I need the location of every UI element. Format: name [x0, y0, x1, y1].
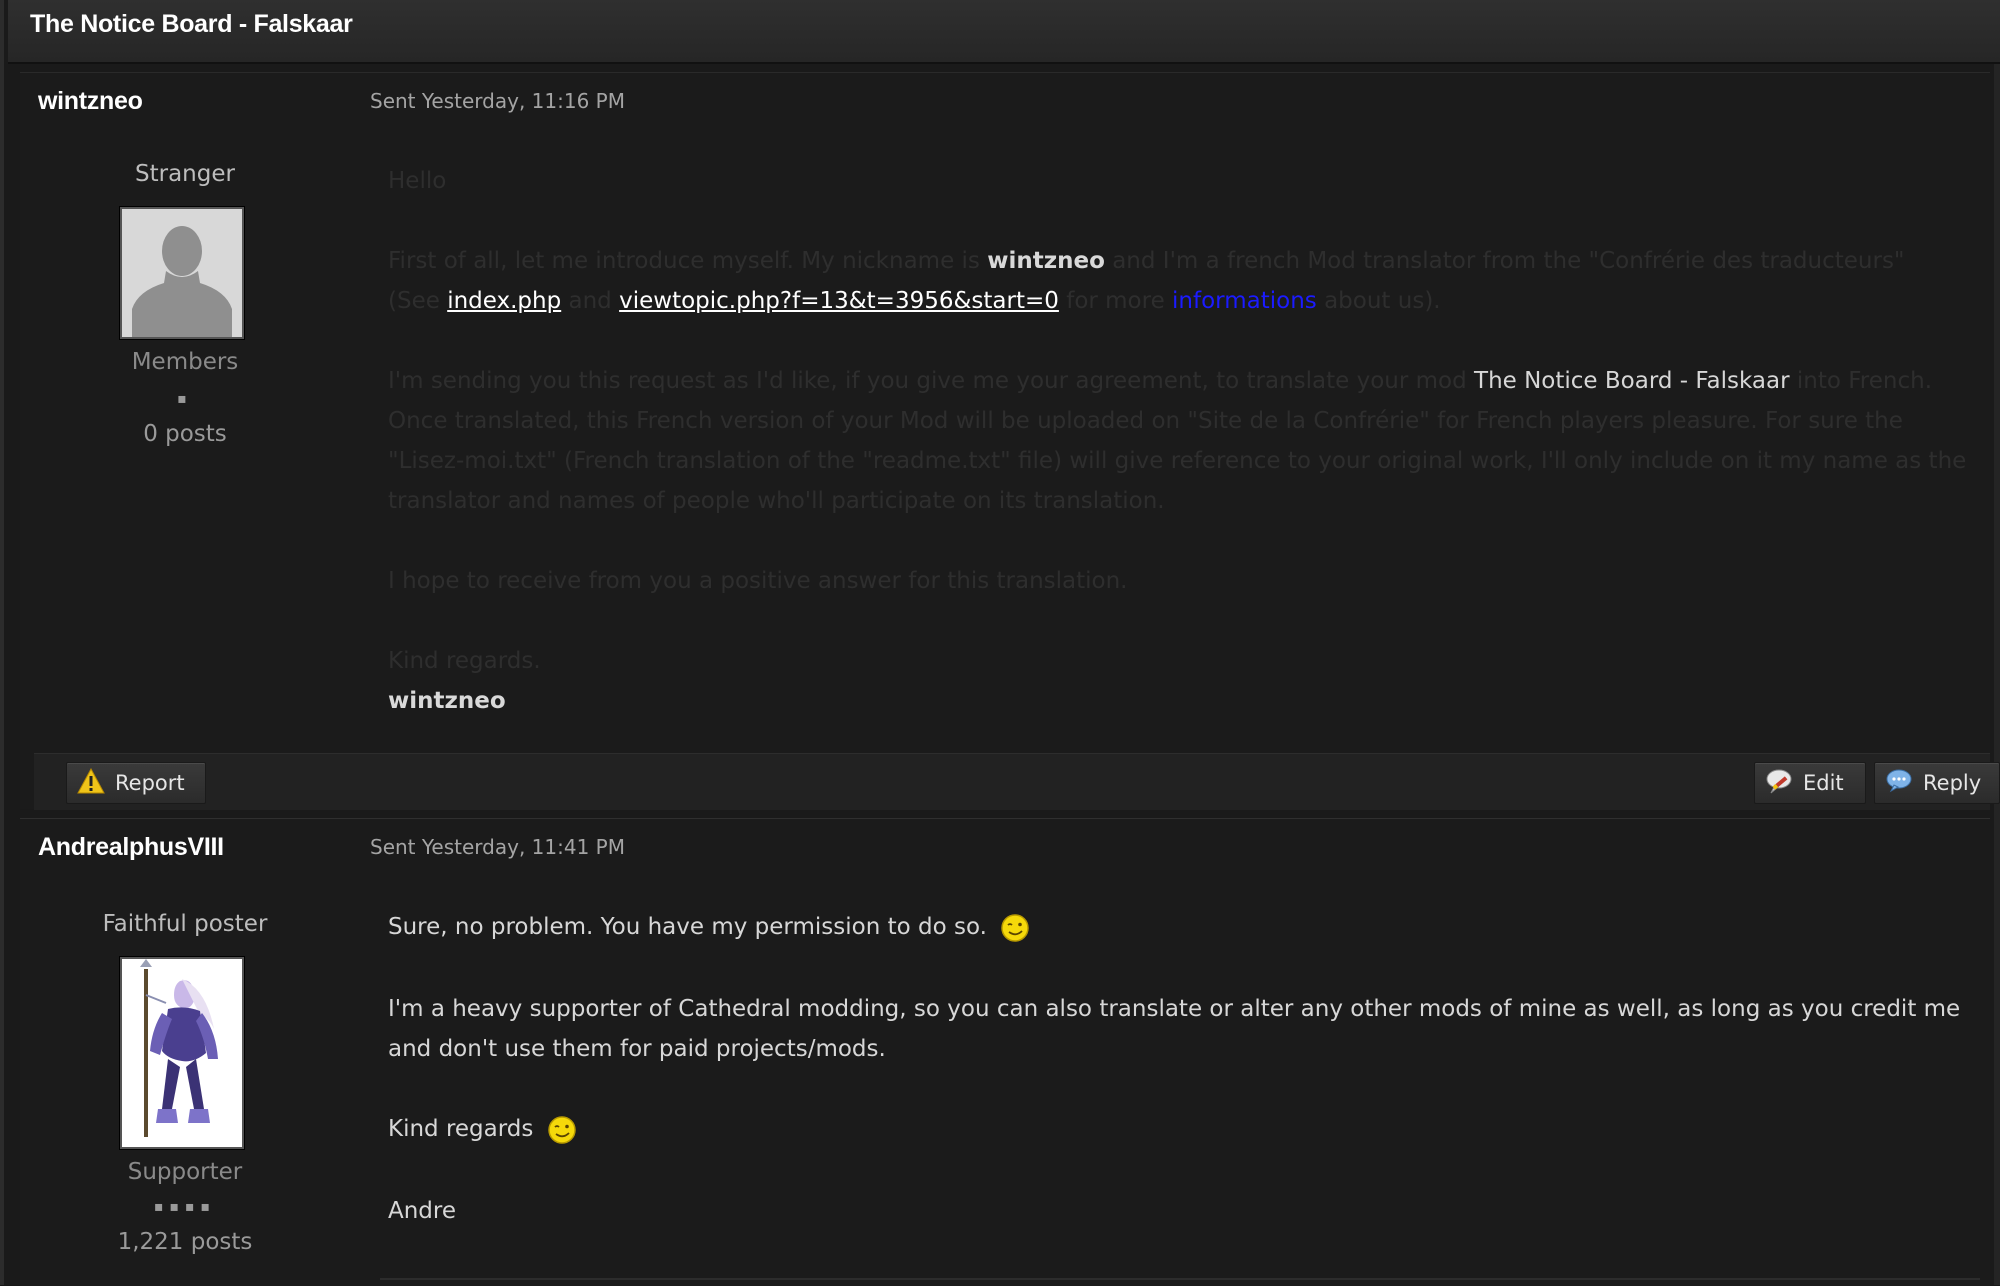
informations-link[interactable]: informations	[1172, 288, 1317, 314]
post-paragraph: (See index.php and viewtopic.php?f=13&t=…	[388, 288, 1441, 314]
default-avatar-icon	[122, 209, 242, 337]
wink-smiley-icon	[1000, 913, 1030, 943]
post-greeting: Hello	[388, 168, 447, 194]
post-closing: Kind regards	[388, 1109, 1968, 1149]
edit-label: Edit	[1803, 771, 1844, 795]
post-signature: Andre	[388, 1198, 457, 1224]
conversation-title-bar: The Notice Board - Falskaar	[8, 0, 2000, 64]
rank-pips: ▪	[177, 391, 193, 407]
wink-smiley-icon	[547, 1115, 577, 1145]
edit-comment-icon	[1765, 767, 1793, 800]
rank-pips: ▪▪▪▪	[154, 1199, 216, 1215]
reply-bubble-icon	[1885, 769, 1913, 798]
post-closing: Kind regards.	[388, 648, 541, 674]
post-paragraph: I'm sending you this request as I'd like…	[388, 368, 1967, 514]
conversation-title: The Notice Board - Falskaar	[30, 10, 353, 38]
post-divider	[380, 1278, 1980, 1280]
mod-title: The Notice Board - Falskaar	[1474, 368, 1790, 394]
nickname: wintzneo	[987, 248, 1105, 274]
post-paragraph: I hope to receive from you a positive an…	[388, 568, 1128, 594]
post-count: 0 posts	[143, 421, 227, 447]
post-paragraph: Sure, no problem. You have my permission…	[388, 907, 1968, 947]
post-body: Hello First of all, let me introduce mys…	[388, 161, 1968, 721]
index-link[interactable]: index.php	[447, 288, 561, 314]
post-author[interactable]: wintzneo	[38, 87, 143, 116]
user-rank: Stranger	[135, 161, 235, 187]
post-timestamp: Sent Yesterday, 11:41 PM	[370, 835, 625, 859]
reply-label: Reply	[1923, 771, 1982, 795]
message-window: The Notice Board - Falskaar wintzneo Sen…	[0, 0, 2000, 1286]
post-signature: wintzneo	[388, 688, 506, 714]
post-count: 1,221 posts	[117, 1229, 253, 1255]
character-avatar-icon	[122, 959, 242, 1147]
report-label: Report	[115, 771, 185, 795]
reply-button[interactable]: Reply	[1874, 762, 2000, 804]
post-timestamp: Sent Yesterday, 11:16 PM	[370, 89, 625, 113]
warning-icon	[77, 767, 105, 799]
post-action-bar: Report Edit Reply	[34, 753, 2000, 810]
post-body: Sure, no problem. You have my permission…	[388, 907, 1968, 1231]
message-post: AndrealphusVIII Sent Yesterday, 11:41 PM…	[20, 818, 1990, 1286]
user-group: Members	[131, 349, 239, 375]
message-post: wintzneo Sent Yesterday, 11:16 PM Strang…	[20, 72, 2000, 810]
user-rank: Faithful poster	[102, 911, 268, 937]
scrollbar-track[interactable]	[1994, 64, 2000, 1285]
user-group: Supporter	[127, 1159, 243, 1185]
post-author[interactable]: AndrealphusVIII	[38, 833, 224, 862]
viewtopic-link[interactable]: viewtopic.php?f=13&t=3956&start=0	[619, 288, 1059, 314]
avatar[interactable]	[120, 957, 244, 1149]
edit-button[interactable]: Edit	[1754, 762, 1866, 804]
avatar[interactable]	[120, 207, 244, 339]
report-button[interactable]: Report	[66, 762, 206, 804]
post-paragraph: First of all, let me introduce myself. M…	[388, 248, 1905, 274]
post-paragraph: I'm a heavy supporter of Cathedral moddi…	[388, 996, 1961, 1062]
